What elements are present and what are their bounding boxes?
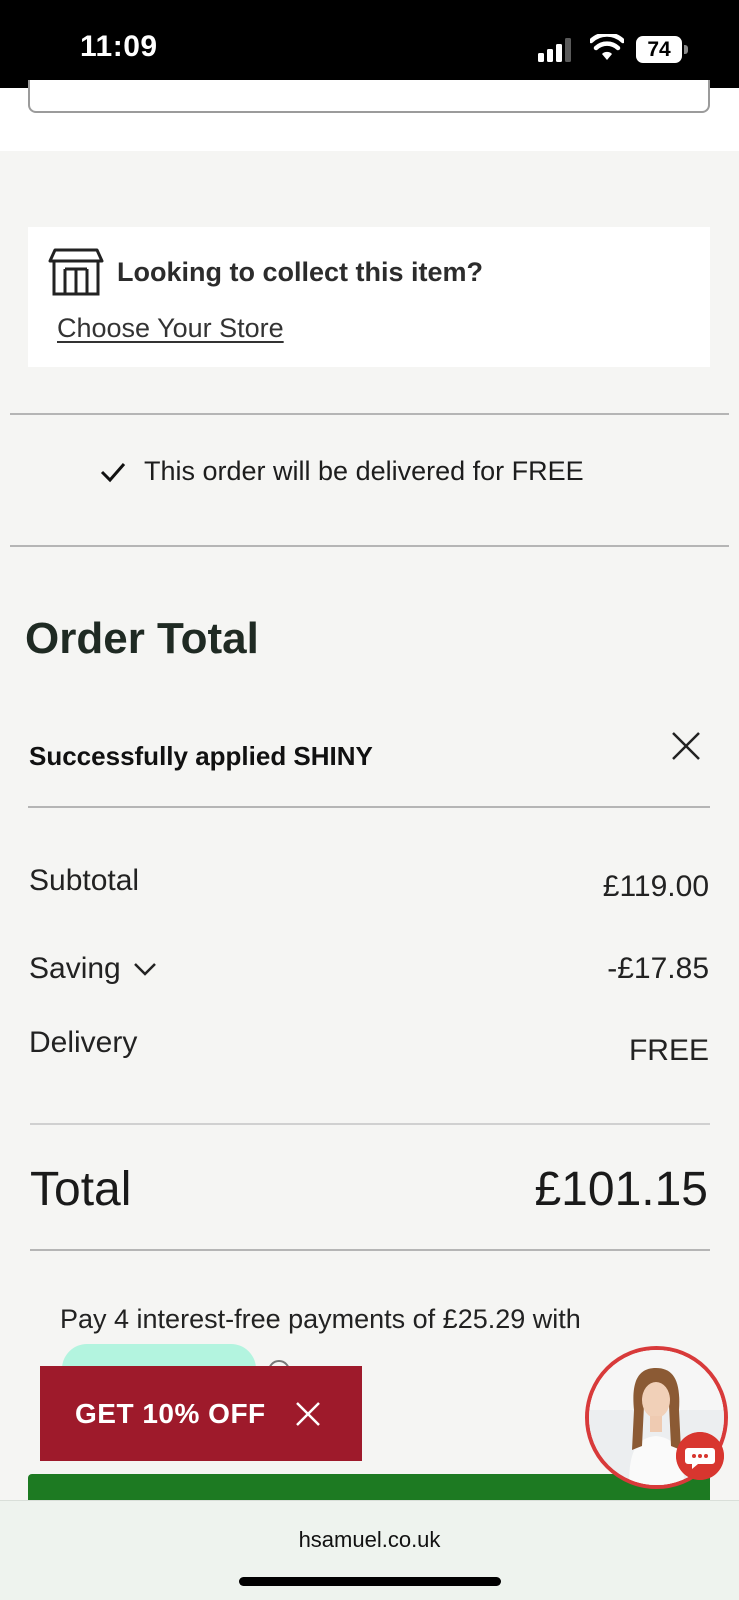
status-bar: 11:09 74 xyxy=(0,0,739,88)
saving-toggle[interactable]: Saving xyxy=(29,952,157,986)
promo-applied-message: Successfully applied SHINY xyxy=(29,741,373,771)
delivery-label: Delivery xyxy=(29,1026,138,1059)
delivery-value: FREE xyxy=(628,1034,709,1067)
cellular-signal-icon xyxy=(538,38,576,62)
browser-address-bar: hsamuel.co.uk xyxy=(0,1500,739,1600)
free-delivery-text: This order will be delivered for FREE xyxy=(144,456,584,486)
divider xyxy=(30,1249,710,1251)
divider xyxy=(28,806,710,808)
saving-value: -£17.85 xyxy=(607,952,709,985)
collect-heading: Looking to collect this item? xyxy=(117,257,484,287)
status-time: 11:09 xyxy=(80,30,158,63)
home-indicator xyxy=(239,1577,501,1586)
battery-icon: 74 xyxy=(636,36,688,63)
store-icon xyxy=(48,248,104,296)
url-text[interactable]: hsamuel.co.uk xyxy=(0,1527,739,1553)
chat-bubble-icon[interactable] xyxy=(676,1432,724,1480)
subtotal-value: £119.00 xyxy=(602,870,709,903)
collect-in-store-card: Looking to collect this item? Choose You… xyxy=(28,227,710,367)
total-value: £101.15 xyxy=(534,1163,708,1216)
promo-label: GET 10% OFF xyxy=(75,1397,266,1429)
text-input[interactable] xyxy=(28,80,710,113)
discount-promo-banner[interactable]: GET 10% OFF xyxy=(40,1366,362,1461)
installments-text: Pay 4 interest-free payments of £25.29 w… xyxy=(60,1304,581,1334)
divider xyxy=(30,1123,710,1125)
check-icon xyxy=(100,462,126,482)
battery-level: 74 xyxy=(636,36,682,63)
choose-store-link[interactable]: Choose Your Store xyxy=(57,313,284,344)
chevron-down-icon xyxy=(133,963,156,976)
order-total-heading: Order Total xyxy=(25,614,259,663)
wifi-icon xyxy=(590,34,624,60)
total-label: Total xyxy=(30,1163,132,1216)
saving-label: Saving xyxy=(29,952,121,985)
close-icon[interactable] xyxy=(294,1400,322,1428)
divider xyxy=(10,545,729,547)
free-delivery-note: This order will be delivered for FREE xyxy=(100,456,584,487)
remove-promo-close-icon[interactable] xyxy=(668,728,704,764)
divider xyxy=(10,413,729,415)
subtotal-label: Subtotal xyxy=(29,864,140,897)
